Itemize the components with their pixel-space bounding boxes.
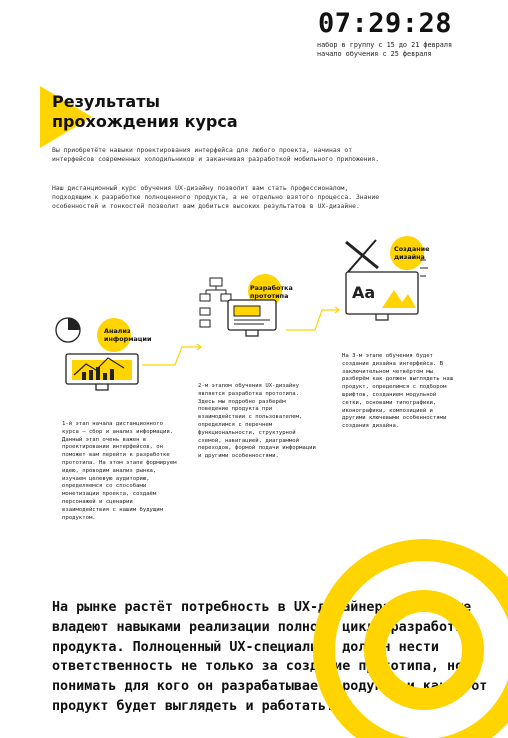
inner-ring [364, 590, 484, 710]
decorative-rings [313, 539, 508, 738]
